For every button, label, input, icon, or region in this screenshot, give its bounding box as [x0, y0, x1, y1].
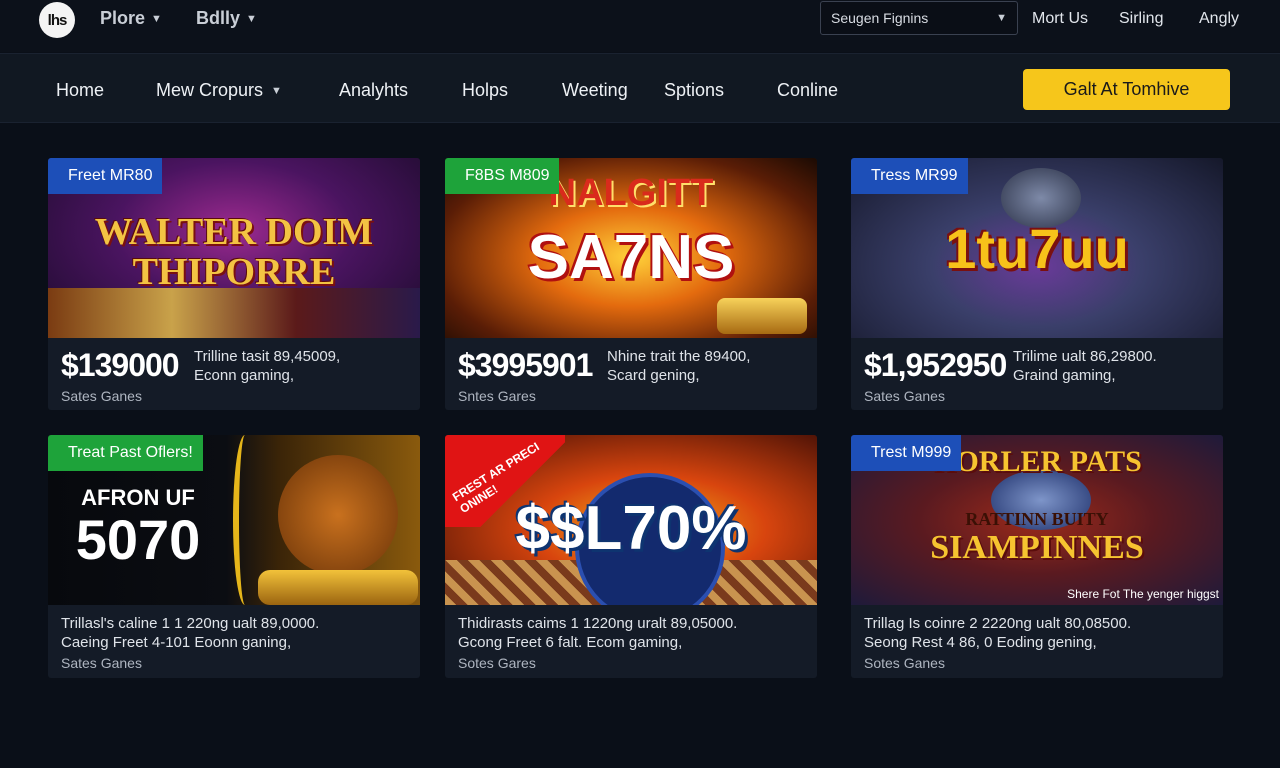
nav-item-weeting[interactable]: Weeting	[562, 80, 628, 101]
card-category: Sotes Ganes	[864, 655, 945, 671]
game-art-subtitle: 5070	[75, 508, 201, 571]
game-art-subtitle: RATTINN BUITY	[965, 509, 1109, 529]
top-bar: lhs Plore ▼ Bdlly ▼ Seugen Fignins ▼ Mor…	[0, 0, 1280, 52]
cta-button[interactable]: Galt At Tomhive	[1023, 69, 1230, 110]
card-price: $3995901	[458, 347, 593, 383]
card-body: $139000 Trilline tasit 89,45009, Econn g…	[48, 338, 420, 410]
card-desc-line1: Trilline tasit 89,45009,	[194, 348, 341, 365]
coin-pile	[258, 570, 418, 605]
card-body: $3995901 Nhine trait the 89400, Scard ge…	[445, 338, 817, 410]
game-card[interactable]: 1tu7uu Tress MR99 $1,952950 Trilime ualt…	[851, 158, 1223, 410]
card-body: Thidirasts caims 1 1220ng uralt 89,05000…	[445, 605, 817, 677]
offer-badge: F8BS M809	[445, 158, 560, 194]
card-category: Sntes Gares	[458, 388, 536, 404]
chevron-down-icon: ▼	[246, 12, 257, 25]
card-body: Trillasl's caline 1 1 220ng ualt 89,0000…	[48, 605, 420, 677]
top-link-angly[interactable]: Angly	[1199, 10, 1239, 28]
card-category: Sates Ganes	[61, 655, 142, 671]
card-desc-line1: Trillasl's caline 1 1 220ng ualt 89,0000…	[61, 615, 320, 632]
chevron-down-icon: ▼	[271, 84, 282, 97]
nav-item-conline[interactable]: Conline	[777, 80, 838, 101]
nav-item-mew-cropurs[interactable]: Mew Cropurs ▼	[156, 80, 282, 101]
chevron-down-icon: ▼	[996, 12, 1007, 24]
offer-badge: Trest M999	[851, 435, 962, 471]
card-category: Sates Ganes	[61, 388, 142, 404]
card-desc-line2: Graind gaming,	[1013, 367, 1116, 384]
menu-plore[interactable]: Plore ▼	[100, 8, 162, 29]
card-desc-line2: Seong Rest 4 86, 0 Eoding gening,	[864, 634, 1097, 651]
card-desc-line1: Thidirasts caims 1 1220ng uralt 89,05000…	[458, 615, 738, 632]
game-art-title: WALTER DOIM	[94, 211, 374, 253]
card-body: Trillag Is coinre 2 2220ng ualt 80,08500…	[851, 605, 1223, 677]
top-select[interactable]: Seugen Fignins ▼	[820, 1, 1018, 35]
menu-bdlly[interactable]: Bdlly ▼	[196, 8, 257, 29]
card-desc-line2: Caeing Freet 4-101 Eoonn ganing,	[61, 634, 292, 651]
card-desc-line2: Scard gening,	[607, 367, 700, 384]
card-category: Sates Ganes	[864, 388, 945, 404]
nav-item-sptions[interactable]: Sptions	[664, 80, 724, 101]
menu-bdlly-label: Bdlly	[196, 8, 241, 28]
nav-item-mew-cropurs-label: Mew Cropurs	[156, 80, 264, 100]
card-desc-line1: Nhine trait the 89400,	[607, 348, 751, 365]
game-art-caption: Shere Fot The yenger higgst	[1067, 587, 1219, 601]
game-card[interactable]: $$L70% FREST AR PRECI ONINE! Thidirasts …	[445, 435, 817, 678]
card-body: $1,952950 Trilime ualt 86,29800. Graind …	[851, 338, 1223, 410]
top-link-mort-us[interactable]: Mort Us	[1032, 10, 1088, 28]
game-card[interactable]: NALGITT SA7NS F8BS M809 $3995901 Nhine t…	[445, 158, 817, 410]
gold-ring-decor	[233, 435, 257, 605]
card-desc-line2: Econn gaming,	[194, 367, 295, 384]
card-desc-line1: Trillag Is coinre 2 2220ng ualt 80,08500…	[864, 615, 1132, 632]
menu-plore-label: Plore	[100, 8, 146, 28]
nav-item-home[interactable]: Home	[56, 80, 104, 101]
game-art-decor	[48, 288, 420, 338]
mascot-decor	[278, 455, 398, 575]
game-card[interactable]: WALTER DOIM THIPORRE Freet MR80 $139000 …	[48, 158, 420, 410]
game-art-title: 1tu7uu	[945, 217, 1129, 280]
chevron-down-icon: ▼	[151, 12, 162, 25]
top-select-value: Seugen Fignins	[831, 10, 929, 26]
nav-item-holps[interactable]: Holps	[462, 80, 508, 101]
card-price: $139000	[61, 347, 180, 383]
game-card[interactable]: HORLER PATS RATTINN BUITY SIAMPINNES She…	[851, 435, 1223, 678]
game-art-subtitle-2: SIAMPINNES	[930, 529, 1144, 566]
site-logo[interactable]: lhs	[39, 2, 75, 38]
game-art-subtitle: SA7NS	[527, 223, 735, 292]
nav-item-analyhts[interactable]: Analyhts	[339, 80, 408, 101]
offer-badge: Treat Past Oflers!	[48, 435, 203, 471]
main-nav: Home Mew Cropurs ▼ Analyhts Holps Weetin…	[0, 53, 1280, 123]
top-link-sirling[interactable]: Sirling	[1119, 10, 1163, 28]
card-desc-line1: Trilime ualt 86,29800.	[1013, 348, 1157, 365]
game-card[interactable]: AFRON UF 5070 Treat Past Oflers! Trillas…	[48, 435, 420, 678]
offer-badge: Tress MR99	[851, 158, 968, 194]
card-category: Sotes Gares	[458, 655, 536, 671]
card-desc-line2: Gcong Freet 6 falt. Ecom gaming,	[458, 634, 683, 651]
game-art-subtitle: THIPORRE	[132, 251, 336, 293]
coin-stack	[717, 298, 807, 334]
offer-badge: Freet MR80	[48, 158, 163, 194]
card-price: $1,952950	[864, 347, 1007, 383]
